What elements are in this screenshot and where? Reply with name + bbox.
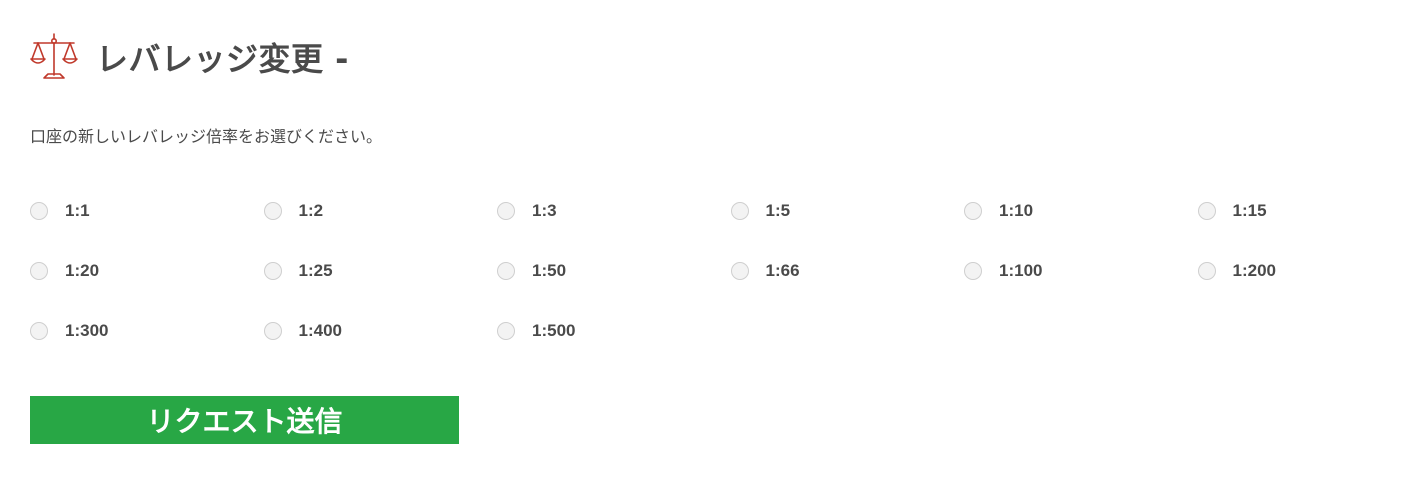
leverage-option[interactable]: 1:3	[497, 192, 731, 230]
leverage-option[interactable]: 1:200	[1197, 252, 1423, 290]
leverage-option[interactable]: 1:50	[497, 252, 731, 290]
leverage-option[interactable]: 1:300	[30, 312, 264, 350]
leverage-option[interactable]: 1:100	[964, 252, 1198, 290]
leverage-option[interactable]: 1:25	[263, 252, 498, 290]
radio-button[interactable]	[1197, 262, 1216, 280]
leverage-option[interactable]: 1:20	[30, 252, 264, 290]
radio-button[interactable]	[30, 322, 48, 340]
leverage-option-label: 1:2	[298, 201, 324, 220]
radio-button[interactable]	[964, 262, 982, 280]
radio-button[interactable]	[730, 262, 749, 280]
leverage-option[interactable]: 1:500	[497, 312, 731, 350]
leverage-option[interactable]: 1:5	[730, 192, 965, 230]
radio-button[interactable]	[30, 202, 48, 220]
submit-request-button[interactable]: リクエスト送信	[30, 396, 459, 444]
radio-button[interactable]	[497, 202, 515, 220]
leverage-option[interactable]: 1:1	[30, 192, 264, 230]
leverage-option-label: 1:200	[1232, 261, 1276, 280]
leverage-option-label: 1:300	[65, 321, 109, 340]
leverage-option[interactable]: 1:15	[1197, 192, 1423, 230]
leverage-option-label: 1:3	[532, 201, 557, 220]
leverage-option[interactable]: 1:10	[964, 192, 1198, 230]
instruction-text: 口座の新しいレバレッジ倍率をお選びください。	[30, 127, 383, 146]
leverage-option-label: 1:10	[999, 201, 1034, 220]
page-header: レバレッジ変更 -	[30, 30, 349, 84]
leverage-option-label: 1:66	[765, 261, 800, 280]
radio-button[interactable]	[30, 262, 48, 280]
leverage-option-label: 1:500	[532, 321, 576, 340]
radio-button[interactable]	[1197, 202, 1216, 220]
leverage-options: 1:1 1:2 1:3 1:5 1:10 1:15 1:20 1:25 1:50 1:66 1:10…	[30, 192, 1423, 372]
leverage-option-label: 1:100	[999, 261, 1043, 280]
leverage-option[interactable]: 1:2	[263, 192, 498, 230]
leverage-option-label: 1:400	[298, 321, 342, 340]
leverage-change-page: レバレッジ変更 - 口座の新しいレバレッジ倍率をお選びください。 1:1 1:2 1…	[0, 0, 1423, 479]
radio-button[interactable]	[263, 262, 282, 280]
radio-button[interactable]	[497, 262, 515, 280]
radio-button[interactable]	[497, 322, 515, 340]
leverage-option-label: 1:20	[65, 261, 100, 280]
leverage-option-label: 1:5	[765, 201, 791, 220]
page-title: レバレッジ変更 -	[96, 40, 349, 78]
radio-button[interactable]	[730, 202, 749, 220]
leverage-option-label: 1:15	[1232, 201, 1267, 220]
radio-button[interactable]	[263, 202, 282, 220]
leverage-option[interactable]: 1:400	[263, 312, 498, 350]
radio-button[interactable]	[964, 202, 982, 220]
scale-icon	[30, 33, 78, 79]
leverage-option[interactable]: 1:66	[730, 252, 965, 290]
leverage-option-label: 1:25	[298, 261, 333, 280]
leverage-option-label: 1:1	[65, 201, 90, 220]
radio-button[interactable]	[263, 322, 282, 340]
leverage-option-label: 1:50	[532, 261, 567, 280]
